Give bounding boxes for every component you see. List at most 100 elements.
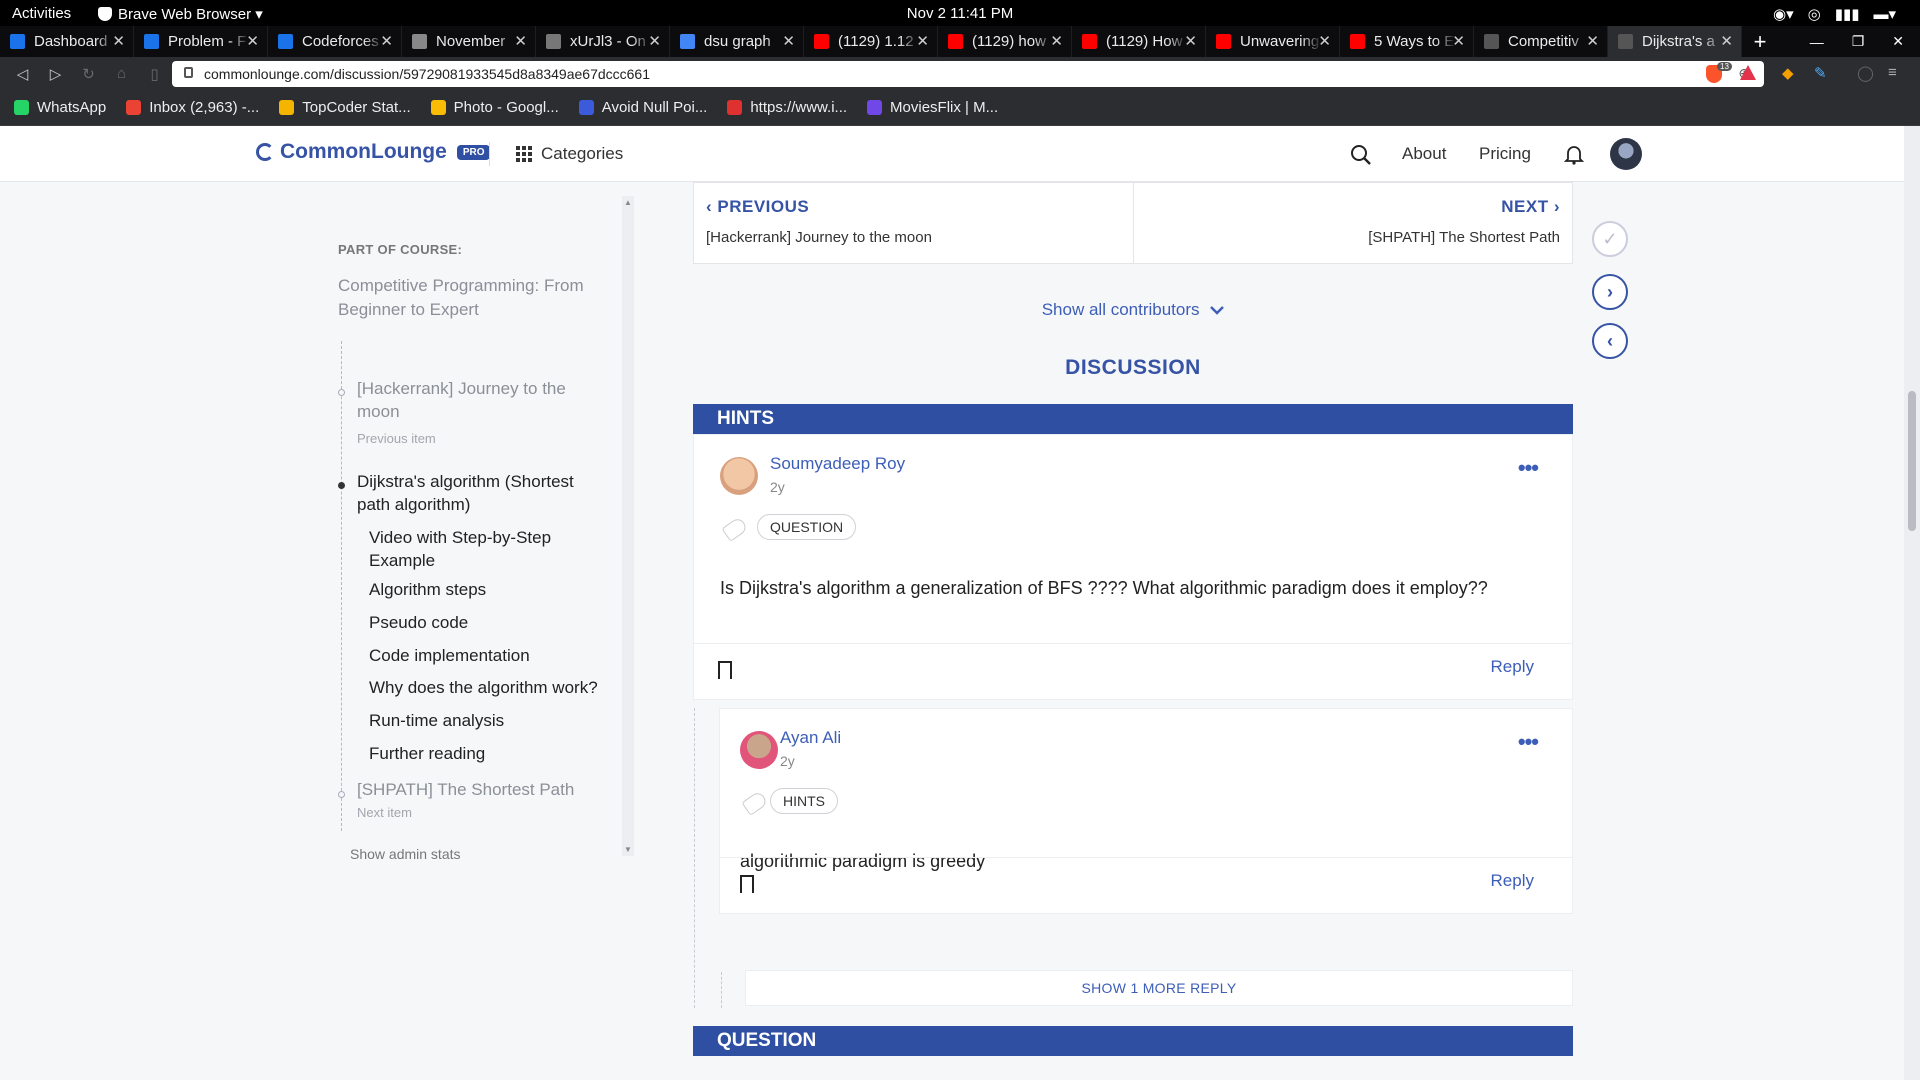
tab-close-icon[interactable]: ✕ xyxy=(1586,32,1599,50)
back-icon[interactable]: ◁ xyxy=(6,65,39,83)
browser-tab[interactable]: Competitiv ✕ xyxy=(1474,26,1608,57)
reload-icon[interactable]: ↻ xyxy=(72,65,105,83)
tab-close-icon[interactable]: ✕ xyxy=(782,32,795,50)
show-more-replies-button[interactable]: SHOW 1 MORE REPLY xyxy=(745,970,1573,1006)
next-link[interactable]: NEXT › [SHPATH] The Shortest Path xyxy=(1133,183,1572,263)
address-bar[interactable]: commonlounge.com/discussion/597290819335… xyxy=(172,61,1764,87)
tag-pill[interactable]: HINTS xyxy=(770,788,838,814)
sidebar-section-item[interactable]: Pseudo code xyxy=(369,611,609,634)
bookmark-page-icon[interactable]: ▯ xyxy=(138,65,171,83)
sidebar-section-item[interactable]: Code implementation xyxy=(369,644,609,667)
sidebar-previous-item[interactable]: [Hackerrank] Journey to the moon xyxy=(357,377,607,423)
sidebar-section-item[interactable]: Further reading xyxy=(369,742,609,765)
tab-close-icon[interactable]: ✕ xyxy=(648,32,661,50)
forward-icon[interactable]: ▷ xyxy=(39,65,72,83)
sidebar-section-item[interactable]: Video with Step-by-Step Example xyxy=(369,526,609,572)
author-name[interactable]: Soumyadeep Roy xyxy=(770,454,905,474)
browser-tab[interactable]: Problem - F ✕ xyxy=(134,26,268,57)
bookmark-icon[interactable] xyxy=(718,661,732,685)
lock-icon[interactable] xyxy=(184,67,193,78)
browser-tab[interactable]: Unwavering ✕ xyxy=(1206,26,1340,57)
scrollbar-thumb[interactable] xyxy=(1908,391,1916,531)
about-link[interactable]: About xyxy=(1402,144,1446,164)
reply-button[interactable]: Reply xyxy=(1491,657,1534,677)
bookmark-item[interactable]: Photo - Googl... xyxy=(430,99,559,116)
tab-title: Dijkstra's a xyxy=(1642,33,1715,50)
system-tray[interactable]: ◉▾ ◎ ▮▮▮ ▬▾ xyxy=(1773,5,1896,23)
tab-close-icon[interactable]: ✕ xyxy=(1452,32,1465,50)
scroll-up-icon[interactable]: ▲ xyxy=(624,198,632,207)
tab-close-icon[interactable]: ✕ xyxy=(1720,32,1733,50)
app-menu[interactable]: Brave Web Browser ▾ xyxy=(98,5,263,23)
browser-tab[interactable]: Dijkstra's a ✕ xyxy=(1608,26,1742,57)
mark-complete-icon[interactable]: ✓ xyxy=(1592,221,1628,257)
author-name[interactable]: Ayan Ali xyxy=(780,728,841,748)
pricing-link[interactable]: Pricing xyxy=(1479,144,1531,164)
chevron-down-icon xyxy=(1210,300,1225,320)
bookmark-item[interactable]: MoviesFlix | M... xyxy=(867,99,998,116)
next-item-meta: Next item xyxy=(357,805,412,820)
sidebar-current-item[interactable]: Dijkstra's algorithm (Shortest path algo… xyxy=(357,470,607,516)
sidebar-section-item[interactable]: Run-time analysis xyxy=(369,709,609,732)
tab-close-icon[interactable]: ✕ xyxy=(380,32,393,50)
previous-arrow-icon[interactable]: ‹ xyxy=(1592,323,1628,359)
reply-button[interactable]: Reply xyxy=(1491,871,1534,891)
profile-icon[interactable]: ◯ xyxy=(1857,64,1874,82)
browser-tab[interactable]: xUrJl3 - On ✕ xyxy=(536,26,670,57)
author-avatar[interactable] xyxy=(740,731,778,769)
categories-menu[interactable]: Categories xyxy=(516,144,623,164)
bookmark-item[interactable]: WhatsApp xyxy=(14,99,106,116)
sidebar-section-item[interactable]: Algorithm steps xyxy=(369,578,609,601)
tab-close-icon[interactable]: ✕ xyxy=(112,32,125,50)
menu-icon[interactable]: ≡ xyxy=(1888,64,1897,81)
browser-tab[interactable]: dsu graph ✕ xyxy=(670,26,804,57)
bookmark-item[interactable]: https://www.i... xyxy=(727,99,847,116)
search-icon[interactable] xyxy=(1350,144,1372,171)
browser-tab[interactable]: Dashboard ✕ xyxy=(0,26,134,57)
activities-button[interactable]: Activities xyxy=(12,5,71,22)
author-avatar[interactable] xyxy=(720,457,758,495)
tab-close-icon[interactable]: ✕ xyxy=(514,32,527,50)
course-title-link[interactable]: Competitive Programming: From Beginner t… xyxy=(338,274,608,322)
home-icon[interactable]: ⌂ xyxy=(105,65,138,82)
tab-close-icon[interactable]: ✕ xyxy=(1050,32,1063,50)
restore-icon[interactable]: ❐ xyxy=(1852,33,1865,50)
previous-link[interactable]: ‹ PREVIOUS [Hackerrank] Journey to the m… xyxy=(694,183,1133,263)
bookmark-icon[interactable] xyxy=(740,875,754,899)
sidebar-next-item[interactable]: [SHPATH] The Shortest Path xyxy=(357,778,607,801)
close-window-icon[interactable]: ✕ xyxy=(1892,33,1904,50)
show-admin-stats-link[interactable]: Show admin stats xyxy=(350,846,461,862)
bookmark-item[interactable]: Inbox (2,963) -... xyxy=(126,99,259,116)
bell-icon[interactable] xyxy=(1563,143,1585,170)
browser-tab[interactable]: (1129) how ✕ xyxy=(938,26,1072,57)
tab-close-icon[interactable]: ✕ xyxy=(916,32,929,50)
sidebar-section-item[interactable]: Why does the algorithm work? xyxy=(369,676,609,699)
browser-tab[interactable]: (1129) 1.12 ✕ xyxy=(804,26,938,57)
bookmark-item[interactable]: TopCoder Stat... xyxy=(279,99,411,116)
user-avatar[interactable] xyxy=(1610,138,1642,170)
show-contributors-label: Show all contributors xyxy=(1041,300,1200,319)
pen-extension-icon[interactable]: ✎ xyxy=(1814,64,1827,82)
browser-tab[interactable]: 5 Ways to E ✕ xyxy=(1340,26,1474,57)
minimize-icon[interactable]: — xyxy=(1810,34,1824,50)
browser-tab[interactable]: Codeforces ✕ xyxy=(268,26,402,57)
tab-close-icon[interactable]: ✕ xyxy=(1318,32,1331,50)
new-tab-button[interactable]: + xyxy=(1742,26,1778,57)
extension-icon[interactable]: ◆ xyxy=(1782,64,1794,82)
tag-pill[interactable]: QUESTION xyxy=(757,514,857,540)
more-options-icon[interactable]: ••• xyxy=(1518,729,1539,755)
sidebar-scrollbar[interactable]: ▲ ▼ xyxy=(622,196,634,856)
browser-tab[interactable]: (1129) How ✕ xyxy=(1072,26,1206,57)
browser-tab[interactable]: November ✕ xyxy=(402,26,536,57)
show-all-contributors-button[interactable]: Show all contributors xyxy=(693,300,1573,320)
scroll-down-icon[interactable]: ▼ xyxy=(624,845,632,854)
bookmark-item[interactable]: Avoid Null Poi... xyxy=(578,99,707,116)
tab-close-icon[interactable]: ✕ xyxy=(1184,32,1197,50)
next-arrow-icon[interactable]: › xyxy=(1592,274,1628,310)
commonlounge-logo[interactable]: CommonLounge PRO xyxy=(256,140,491,164)
clock[interactable]: Nov 2 11:41 PM xyxy=(0,5,1920,22)
page-scrollbar[interactable] xyxy=(1904,126,1920,1080)
brave-rewards-icon[interactable] xyxy=(1740,65,1756,80)
tab-close-icon[interactable]: ✕ xyxy=(246,32,259,50)
more-options-icon[interactable]: ••• xyxy=(1518,455,1539,481)
